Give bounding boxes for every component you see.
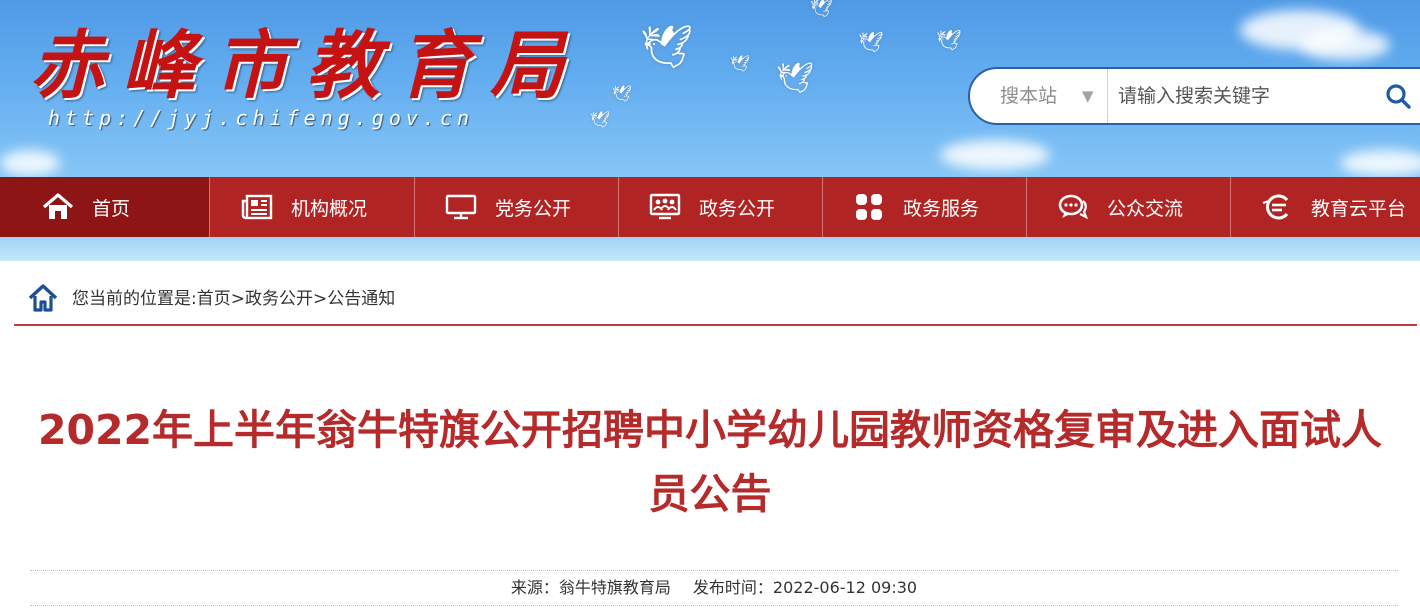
- breadcrumb: 您当前的位置是:首页>政务公开>公告通知: [14, 283, 1417, 326]
- site-logo[interactable]: 赤峰市教育局: [30, 20, 564, 112]
- dove-icon: 🕊: [776, 61, 815, 96]
- nav-item-government-affairs[interactable]: 政务公开: [619, 177, 823, 237]
- breadcrumb-link-government-affairs[interactable]: 政务公开: [245, 289, 313, 309]
- dove-icon: 🕊: [612, 84, 633, 103]
- dove-icon: 🕊: [640, 22, 694, 71]
- cloud-decoration: [940, 140, 1050, 170]
- dropdown-arrow-icon: ▼: [1082, 87, 1094, 105]
- dove-icon: 🕊: [858, 30, 884, 54]
- nav-item-government-services[interactable]: 政务服务: [823, 177, 1027, 237]
- monitor-icon: [445, 193, 477, 221]
- search-box: 搜本站 ▼: [968, 67, 1420, 125]
- nav-item-about[interactable]: 机构概况: [211, 177, 415, 237]
- nav-label: 政务服务: [903, 197, 980, 220]
- dove-icon: 🕊: [810, 0, 833, 19]
- dove-icon: 🕊: [590, 110, 611, 129]
- breadcrumb-separator: >: [230, 289, 245, 309]
- people-screen-icon: [649, 193, 681, 221]
- dove-icon: 🕊: [936, 28, 962, 52]
- nav-label: 政务公开: [699, 197, 776, 220]
- site-header: 🕊 🕊 🕊 🕊 🕊 🕊 🕊 🕊 赤峰市教育局 http://jyj.chifen…: [0, 0, 1420, 177]
- newspaper-icon: [241, 193, 273, 221]
- nav-item-home[interactable]: 首页: [0, 177, 210, 237]
- breadcrumb-prefix: 您当前的位置是:: [72, 289, 197, 309]
- breadcrumb-path: 您当前的位置是:首页>政务公开>公告通知: [72, 283, 395, 315]
- article-meta: 来源：翁牛特旗教育局 发布时间：2022-06-12 09:30: [30, 570, 1398, 606]
- nav-label: 机构概况: [291, 197, 368, 220]
- cloud-decoration: [1300, 30, 1390, 60]
- nav-label: 党务公开: [495, 197, 572, 220]
- nav-item-education-cloud[interactable]: 教育云平台: [1231, 177, 1420, 237]
- breadcrumb-link-announcements[interactable]: 公告通知: [327, 289, 395, 309]
- breadcrumb-link-home[interactable]: 首页: [197, 289, 231, 309]
- search-input[interactable]: [1118, 77, 1368, 115]
- nav-label: 公众交流: [1107, 197, 1184, 220]
- source-label: 来源：: [510, 578, 559, 597]
- grid-icon: [853, 193, 885, 221]
- chat-icon: [1057, 193, 1089, 221]
- nav-label: 首页: [92, 197, 131, 220]
- education-cloud-icon: [1261, 193, 1293, 221]
- search-scope-label: 搜本站: [1000, 85, 1058, 107]
- search-icon[interactable]: [1384, 82, 1412, 110]
- date-value: 2022-06-12 09:30: [772, 578, 918, 597]
- cloud-decoration: [0, 150, 60, 176]
- cloud-decoration: [1340, 150, 1420, 176]
- home-icon[interactable]: [28, 283, 58, 313]
- nav-item-party-affairs[interactable]: 党务公开: [415, 177, 619, 237]
- breadcrumb-separator: >: [312, 289, 328, 309]
- date-label: 发布时间：: [692, 578, 773, 597]
- site-url: http://jyj.chifeng.gov.cn: [48, 106, 475, 130]
- dove-icon: 🕊: [730, 54, 751, 73]
- home-icon: [42, 193, 74, 221]
- source-value: 翁牛特旗教育局: [558, 578, 671, 597]
- article-title: 2022年上半年翁牛特旗公开招聘中小学幼儿园教师资格复审及进入面试人员公告: [37, 406, 1383, 518]
- decorative-strip: [0, 237, 1420, 261]
- nav-label: 教育云平台: [1311, 197, 1407, 220]
- main-nav: 首页 机构概况 党务公开 政务公开 政务服务 公众交流 教育云平台: [0, 177, 1420, 237]
- nav-item-public-communication[interactable]: 公众交流: [1027, 177, 1231, 237]
- search-scope-select[interactable]: 搜本站 ▼: [970, 69, 1108, 123]
